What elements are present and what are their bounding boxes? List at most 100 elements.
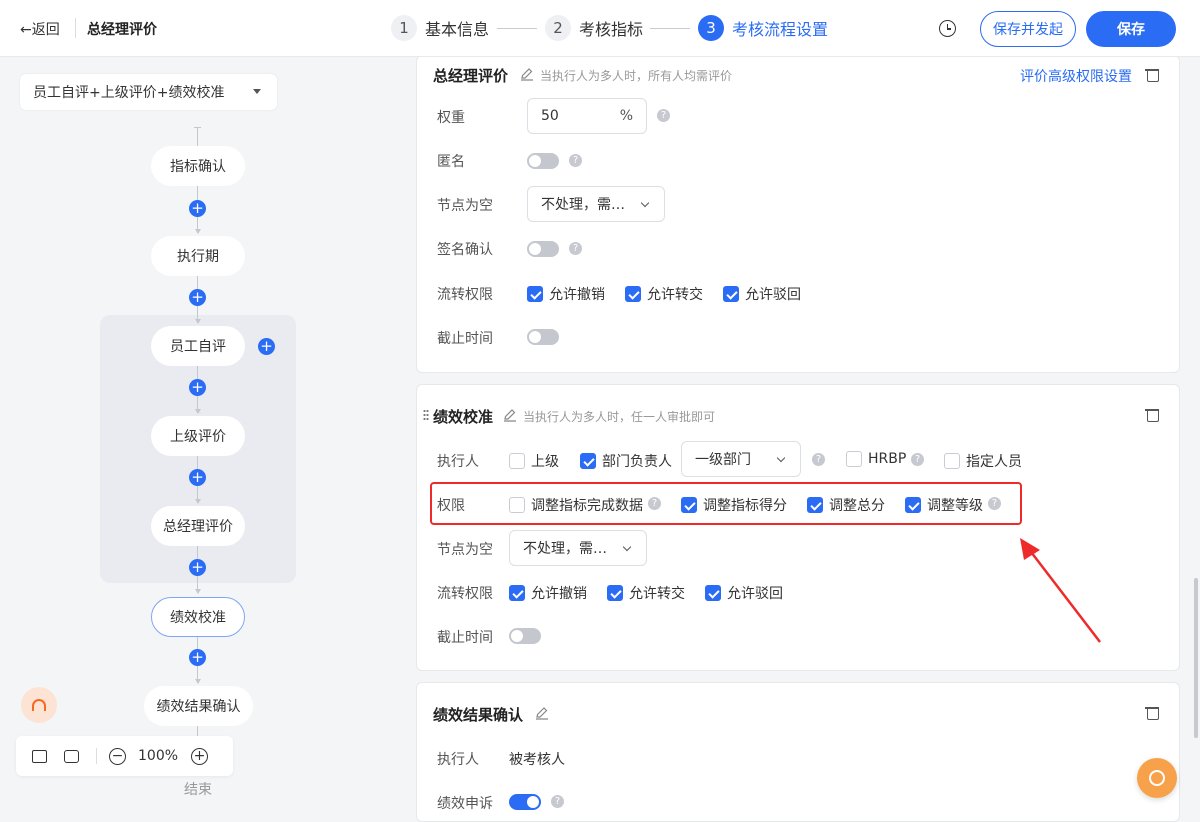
add-node-plus-icon[interactable]: + xyxy=(189,559,206,576)
empty-node-label: 节点为空 xyxy=(437,542,493,558)
flow-node-result-confirm[interactable]: 绩效结果确认 xyxy=(144,686,253,726)
add-node-plus-icon[interactable]: + xyxy=(189,379,206,396)
add-node-plus-icon[interactable]: + xyxy=(189,289,206,306)
dept-level-select[interactable]: 一级部门 xyxy=(681,441,801,477)
adjust-indicator-score-checkbox[interactable]: 调整指标得分 xyxy=(681,495,787,515)
checkbox-label: 指定人员 xyxy=(966,454,1022,470)
appeal-toggle[interactable] xyxy=(509,794,541,810)
flow-node-gm-eval[interactable]: 总经理评价 xyxy=(151,506,245,546)
allow-reject-checkbox[interactable]: 允许驳回 xyxy=(723,284,801,304)
add-node-plus-icon[interactable]: + xyxy=(189,200,206,217)
arrow-down-icon xyxy=(194,589,201,594)
help-question-icon[interactable]: ? xyxy=(911,453,924,466)
help-question-icon[interactable]: ? xyxy=(569,242,582,255)
add-parallel-plus-icon[interactable]: + xyxy=(258,338,275,355)
customer-support-icon[interactable] xyxy=(21,687,57,723)
add-node-plus-icon[interactable]: + xyxy=(189,469,206,486)
gm-eval-card: 总经理评价 当执行人为多人时，所有人均需评价 评价高级权限设置 权重 50 % … xyxy=(416,55,1180,373)
add-node-plus-icon[interactable]: + xyxy=(189,649,206,666)
checkbox-label: 允许转交 xyxy=(647,287,703,303)
adjust-completion-data-checkbox[interactable]: 调整指标完成数据 xyxy=(509,495,643,515)
signature-label: 签名确认 xyxy=(437,242,493,258)
checkbox-label: 调整等级 xyxy=(927,498,983,514)
executor-dept-head-checkbox[interactable]: 部门负责人 xyxy=(580,451,672,471)
template-select-value: 员工自评+上级评价+绩效校准 xyxy=(33,85,225,101)
dept-level-value: 一级部门 xyxy=(695,452,751,468)
flow-node-execution[interactable]: 执行期 xyxy=(151,236,245,276)
executor-label: 执行人 xyxy=(437,752,479,768)
deadline-toggle[interactable] xyxy=(509,628,541,644)
delete-trash-icon[interactable] xyxy=(1145,408,1159,422)
edit-pencil-icon[interactable] xyxy=(503,408,517,422)
help-question-icon[interactable]: ? xyxy=(657,109,670,122)
flow-permission-label: 流转权限 xyxy=(437,287,493,303)
caret-down-icon xyxy=(253,89,261,94)
executor-superior-checkbox[interactable]: 上级 xyxy=(509,451,559,471)
save-button[interactable]: 保存 xyxy=(1086,11,1176,47)
zoom-toolbar: − 100% + xyxy=(16,736,233,776)
help-question-icon[interactable]: ? xyxy=(569,154,582,167)
weight-label: 权重 xyxy=(437,110,465,126)
advanced-permission-link[interactable]: 评价高级权限设置 xyxy=(1020,66,1132,86)
history-clock-icon[interactable] xyxy=(939,20,956,37)
section-title: 总经理评价 xyxy=(433,67,509,85)
flow-node-superior-eval[interactable]: 上级评价 xyxy=(151,416,245,456)
adjust-total-score-checkbox[interactable]: 调整总分 xyxy=(807,495,885,515)
help-question-icon[interactable]: ? xyxy=(988,497,1001,510)
delete-trash-icon[interactable] xyxy=(1145,706,1159,720)
step-process-settings[interactable]: 3 考核流程设置 xyxy=(698,14,828,42)
adjust-grade-checkbox[interactable]: 调整等级 xyxy=(905,495,983,515)
weight-input[interactable]: 50 % xyxy=(527,98,647,134)
fit-screen-icon[interactable] xyxy=(32,749,47,763)
edit-pencil-icon[interactable] xyxy=(535,706,549,720)
checkbox-label: 调整总分 xyxy=(829,498,885,514)
help-question-icon[interactable]: ? xyxy=(812,453,825,466)
step-label: 考核指标 xyxy=(579,20,644,39)
arrow-down-icon xyxy=(194,409,201,414)
flow-node-calibration[interactable]: 绩效校准 xyxy=(151,597,245,637)
empty-node-select[interactable]: 不处理，需… xyxy=(527,186,665,222)
empty-node-value: 不处理，需… xyxy=(523,541,607,557)
checkbox-label: 允许转交 xyxy=(629,586,685,602)
save-and-launch-button[interactable]: 保存并发起 xyxy=(980,11,1076,47)
flow-node-self-eval[interactable]: 员工自评 xyxy=(151,326,245,366)
assistant-avatar-icon[interactable] xyxy=(1137,758,1177,798)
permission-label: 权限 xyxy=(437,498,465,514)
deadline-label: 截止时间 xyxy=(437,331,493,347)
section-title: 绩效结果确认 xyxy=(433,706,524,724)
template-select[interactable]: 员工自评+上级评价+绩效校准 xyxy=(20,74,277,110)
flow-node-indicator-confirm[interactable]: 指标确认 xyxy=(151,146,245,186)
empty-node-select[interactable]: 不处理，需… xyxy=(509,530,647,566)
executor-hrbp-checkbox[interactable]: HRBP xyxy=(846,451,906,467)
step-basic-info[interactable]: 1 基本信息 xyxy=(391,14,489,42)
step-connector xyxy=(497,28,537,29)
back-button[interactable]: ←返回 xyxy=(20,19,60,39)
top-bar: ←返回 总经理评价 1 基本信息 2 考核指标 3 考核流程设置 保存并发起 保… xyxy=(0,0,1200,57)
zoom-in-icon[interactable]: + xyxy=(191,747,209,765)
help-question-icon[interactable]: ? xyxy=(551,795,564,808)
allow-reject-checkbox[interactable]: 允许驳回 xyxy=(705,583,783,603)
step-indicators[interactable]: 2 考核指标 xyxy=(545,14,643,42)
allow-transfer-checkbox[interactable]: 允许转交 xyxy=(625,284,703,304)
edit-pencil-icon[interactable] xyxy=(520,67,534,81)
flow-permission-label: 流转权限 xyxy=(437,586,493,602)
checkbox-label: 允许驳回 xyxy=(727,586,783,602)
step-number: 2 xyxy=(545,15,571,41)
help-question-icon[interactable]: ? xyxy=(648,497,661,510)
executor-designated-checkbox[interactable]: 指定人员 xyxy=(944,451,1022,471)
allow-transfer-checkbox[interactable]: 允许转交 xyxy=(607,583,685,603)
anonymous-toggle[interactable] xyxy=(527,153,559,169)
scrollbar[interactable] xyxy=(1194,578,1198,738)
allow-revoke-checkbox[interactable]: 允许撤销 xyxy=(527,284,605,304)
weight-value: 50 xyxy=(541,108,559,124)
allow-revoke-checkbox[interactable]: 允许撤销 xyxy=(509,583,587,603)
checkbox-label: 允许驳回 xyxy=(745,287,801,303)
signature-toggle[interactable] xyxy=(527,241,559,257)
step-number: 3 xyxy=(698,15,724,41)
chevron-down-icon xyxy=(776,453,786,463)
zoom-out-icon[interactable]: − xyxy=(109,747,126,765)
delete-trash-icon[interactable] xyxy=(1145,68,1159,82)
minimap-icon[interactable] xyxy=(64,749,79,763)
deadline-toggle[interactable] xyxy=(527,329,559,345)
drag-handle-icon[interactable] xyxy=(423,409,429,421)
